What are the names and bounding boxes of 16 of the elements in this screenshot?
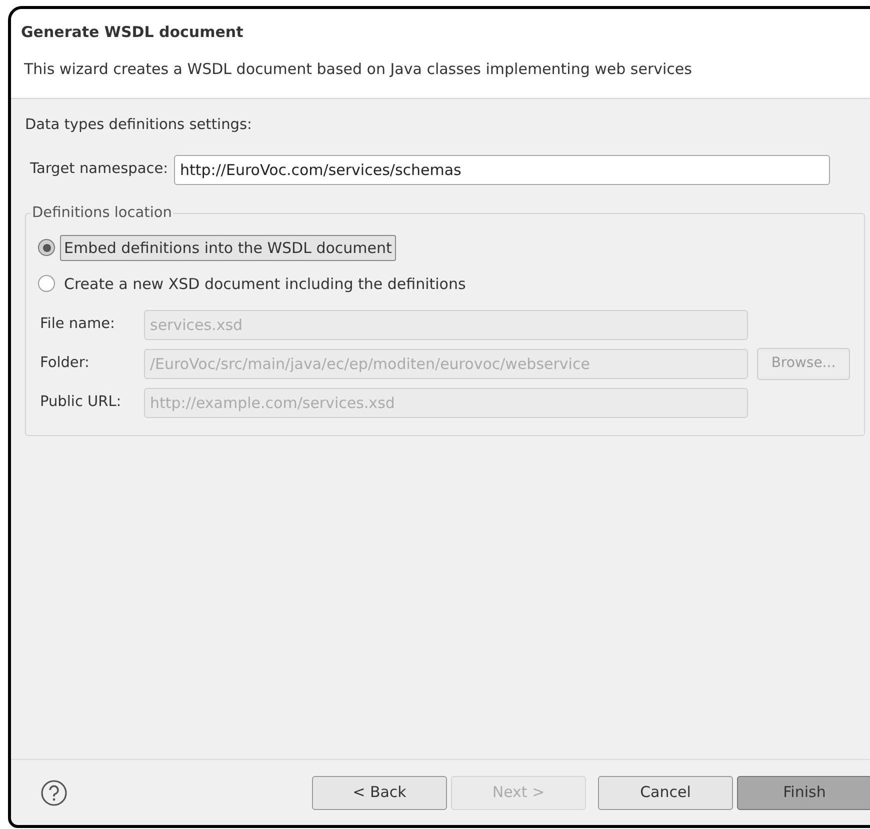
target-namespace-field[interactable]: http://EuroVoc.com/services/schemas — [174, 154, 830, 185]
wizard-button[interactable]: Finish — [737, 776, 870, 810]
field-label: Public URL: — [39, 392, 122, 412]
radio-label[interactable]: Embed definitions into the WSDL document — [60, 234, 396, 261]
section-label: Data types definitions settings: — [25, 116, 253, 135]
wizard-description: This wizard creates a WSDL document based on Java classes implementing web services — [24, 58, 693, 80]
field-label: Folder: — [39, 354, 90, 373]
field-label: File name: — [39, 314, 116, 334]
wizard-button[interactable]: Cancel — [598, 776, 733, 810]
wizard-button[interactable]: < Back — [312, 776, 447, 810]
radio-label[interactable]: Create a new XSD document including the definitions — [60, 270, 470, 297]
help-icon[interactable] — [40, 778, 68, 806]
field-label: Target namespace: — [30, 160, 168, 179]
radio-button[interactable] — [38, 239, 55, 256]
wizard-title: Generate WSDL document — [21, 22, 244, 43]
radio-button[interactable] — [38, 275, 55, 292]
